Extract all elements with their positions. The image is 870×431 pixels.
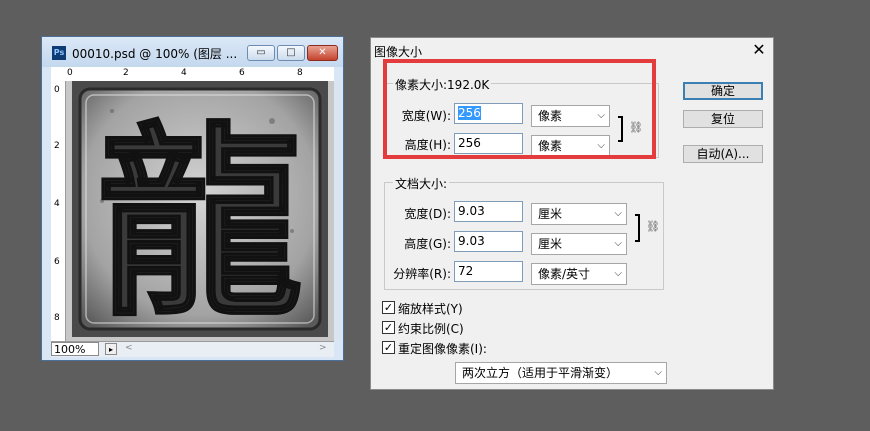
vertical-scrollbar[interactable] <box>334 81 342 341</box>
pixel-dimensions-label: 像素大小:192.0K <box>393 76 492 93</box>
ruler-tick-label: 0 <box>54 85 60 95</box>
image-canvas[interactable]: 龍 <box>66 81 334 341</box>
pixel-width-unit-select[interactable]: 像素 ⌵ <box>531 105 610 127</box>
zoom-level-field[interactable]: 100% <box>51 342 99 356</box>
resample-label: 重定图像像素(I): <box>398 342 487 356</box>
chain-link-icon: ⛓ <box>646 220 660 233</box>
pixel-width-value: 256 <box>458 106 481 120</box>
ruler-tick-label: 0 <box>67 68 73 78</box>
doc-height-input[interactable]: 9.03 <box>454 231 523 252</box>
scroll-left-arrow-icon[interactable]: < <box>125 343 133 353</box>
doc-height-label: 高度(G): <box>404 237 451 251</box>
ruler-tick-label: 2 <box>123 68 129 78</box>
pixel-height-input[interactable]: 256 <box>454 133 523 154</box>
pixel-height-label: 高度(H): <box>404 138 451 152</box>
ruler-tick-label: 2 <box>54 141 60 151</box>
pixel-height-unit: 像素 <box>538 139 563 153</box>
ruler-tick-label: 6 <box>54 257 60 267</box>
resample-method-value: 两次立方（适用于平滑渐变） <box>462 366 619 380</box>
dialog-title: 图像大小 <box>374 45 423 59</box>
close-icon: ✕ <box>318 47 327 58</box>
dragon-glyph: 龍 <box>98 104 303 337</box>
horizontal-ruler[interactable]: 0 2 4 6 8 <box>51 67 334 82</box>
resolution-label: 分辨率(R): <box>393 267 451 281</box>
document-title-bar[interactable]: Ps 00010.psd @ 100% (图层 ... ▭ □ ✕ <box>42 37 343 67</box>
ruler-tick-label: 8 <box>297 68 303 78</box>
doc-width-input[interactable]: 9.03 <box>454 201 523 222</box>
status-bar: 100% ▸ < > <box>51 341 334 357</box>
resample-method-select[interactable]: 两次立方（适用于平滑渐变） ⌵ <box>455 362 667 384</box>
ruler-tick-label: 4 <box>54 199 60 209</box>
chevron-down-icon: ⌵ <box>614 268 622 279</box>
doc-width-unit-select[interactable]: 厘米 ⌵ <box>531 203 627 225</box>
pixel-height-unit-select[interactable]: 像素 ⌵ <box>531 135 610 157</box>
resolution-input[interactable]: 72 <box>454 261 523 282</box>
scale-styles-checkbox[interactable]: ✓ <box>382 301 395 314</box>
document-window: Ps 00010.psd @ 100% (图层 ... ▭ □ ✕ 0 2 4 … <box>41 36 344 361</box>
maximize-icon: □ <box>286 47 296 58</box>
auto-button[interactable]: 自动(A)... <box>683 145 763 163</box>
maximize-button[interactable]: □ <box>277 45 305 61</box>
chevron-down-icon: ⌵ <box>597 110 605 121</box>
reset-button[interactable]: 复位 <box>683 110 763 128</box>
chevron-down-icon: ⌵ <box>597 140 605 151</box>
document-title: 00010.psd @ 100% (图层 ... <box>72 47 238 61</box>
doc-width-unit: 厘米 <box>538 207 563 221</box>
doc-constrain-bracket <box>635 214 640 242</box>
document-size-label: 文档大小: <box>393 175 450 192</box>
minimize-icon: ▭ <box>256 47 266 58</box>
ruler-tick-label: 6 <box>239 68 245 78</box>
constrain-proportions-label: 约束比例(C) <box>398 322 464 336</box>
ruler-tick-label: 4 <box>181 68 187 78</box>
resample-checkbox[interactable]: ✓ <box>382 341 395 354</box>
minimize-button[interactable]: ▭ <box>247 45 275 61</box>
doc-width-label: 宽度(D): <box>404 207 451 221</box>
doc-height-unit: 厘米 <box>538 237 563 251</box>
vertical-ruler[interactable]: 0 2 4 6 8 <box>51 81 66 349</box>
chevron-down-icon: ⌵ <box>614 238 622 249</box>
dialog-close-icon[interactable]: ✕ <box>749 40 769 60</box>
pixel-width-input[interactable]: 256 <box>454 103 523 124</box>
resolution-unit-select[interactable]: 像素/英寸 ⌵ <box>531 263 627 285</box>
image-size-dialog: 图像大小 ✕ 像素大小:192.0K 宽度(W): 256 像素 ⌵ 高度(H):… <box>370 37 774 390</box>
scale-styles-label: 缩放样式(Y) <box>398 302 463 316</box>
constrain-bracket <box>618 116 623 142</box>
ok-button[interactable]: 确定 <box>683 82 763 100</box>
stone-dragon-artwork: 龍 <box>72 81 328 337</box>
status-menu-icon[interactable]: ▸ <box>105 343 117 355</box>
scroll-right-arrow-icon[interactable]: > <box>319 343 327 353</box>
chain-link-icon: ⛓ <box>629 121 643 134</box>
ruler-tick-label: 8 <box>54 313 60 323</box>
close-window-button[interactable]: ✕ <box>307 45 338 61</box>
ps-icon: Ps <box>52 46 66 60</box>
resolution-unit: 像素/英寸 <box>538 267 591 281</box>
constrain-proportions-checkbox[interactable]: ✓ <box>382 321 395 334</box>
pixel-width-unit: 像素 <box>538 109 563 123</box>
doc-height-unit-select[interactable]: 厘米 ⌵ <box>531 233 627 255</box>
pixel-width-label: 宽度(W): <box>401 109 451 123</box>
chevron-down-icon: ⌵ <box>654 367 662 378</box>
chevron-down-icon: ⌵ <box>614 208 622 219</box>
